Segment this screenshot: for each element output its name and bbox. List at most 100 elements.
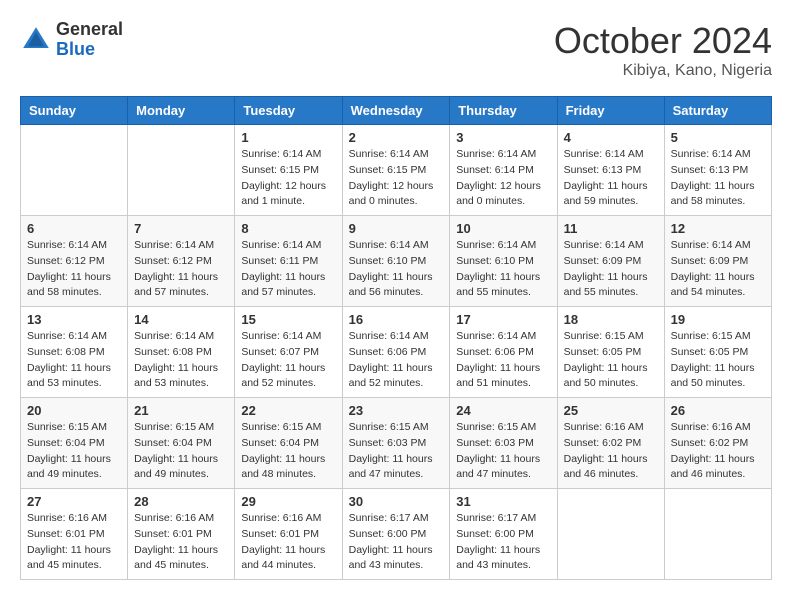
day-detail: Sunrise: 6:15 AMSunset: 6:04 PMDaylight:…: [241, 420, 335, 483]
day-detail: Sunrise: 6:14 AMSunset: 6:08 PMDaylight:…: [134, 329, 228, 392]
calendar-cell: 16 Sunrise: 6:14 AMSunset: 6:06 PMDayligh…: [342, 307, 450, 398]
calendar-cell: 22Sunrise: 6:15 AMSunset: 6:04 PMDayligh…: [235, 398, 342, 489]
header-friday: Friday: [557, 97, 664, 125]
day-detail: Sunrise: 6:15 AMSunset: 6:05 PMDaylight:…: [564, 329, 658, 392]
day-number: 31: [456, 494, 550, 509]
month-title: October 2024: [554, 20, 772, 62]
day-number: 28: [134, 494, 228, 509]
day-number: 23: [349, 403, 444, 418]
day-number: 7: [134, 221, 228, 236]
day-detail: Sunrise: 6:15 AMSunset: 6:05 PMDaylight:…: [671, 329, 765, 392]
calendar-cell: 12 Sunrise: 6:14 AMSunset: 6:09 PMDayligh…: [664, 216, 771, 307]
day-detail: Sunrise: 6:14 AMSunset: 6:15 PMDaylight:…: [241, 147, 335, 210]
calendar-header-row: Sunday Monday Tuesday Wednesday Thursday…: [21, 97, 772, 125]
calendar-cell: 18Sunrise: 6:15 AMSunset: 6:05 PMDayligh…: [557, 307, 664, 398]
day-detail: Sunrise: 6:14 AMSunset: 6:12 PMDaylight:…: [134, 238, 228, 301]
calendar-cell: 20 Sunrise: 6:15 AMSunset: 6:04 PMDayligh…: [21, 398, 128, 489]
day-detail: Sunrise: 6:14 AMSunset: 6:13 PMDaylight:…: [564, 147, 658, 210]
calendar-cell: 14Sunrise: 6:14 AMSunset: 6:08 PMDayligh…: [128, 307, 235, 398]
calendar-cell: 23 Sunrise: 6:15 AMSunset: 6:03 PMDayligh…: [342, 398, 450, 489]
day-number: 30: [349, 494, 444, 509]
calendar-table: Sunday Monday Tuesday Wednesday Thursday…: [20, 96, 772, 580]
calendar-cell: 15 Sunrise: 6:14 AMSunset: 6:07 PMDayligh…: [235, 307, 342, 398]
day-detail: Sunrise: 6:14 AMSunset: 6:07 PMDaylight:…: [241, 329, 335, 392]
calendar-cell: 25 Sunrise: 6:16 AMSunset: 6:02 PMDayligh…: [557, 398, 664, 489]
calendar-cell: 24 Sunrise: 6:15 AMSunset: 6:03 PMDayligh…: [450, 398, 557, 489]
calendar-cell: 2Sunrise: 6:14 AMSunset: 6:15 PMDaylight…: [342, 125, 450, 216]
calendar-cell: 30 Sunrise: 6:17 AMSunset: 6:00 PMDayligh…: [342, 489, 450, 580]
day-number: 24: [456, 403, 550, 418]
calendar-cell: [21, 125, 128, 216]
day-detail: Sunrise: 6:14 AMSunset: 6:13 PMDaylight:…: [671, 147, 765, 210]
day-detail: Sunrise: 6:16 AMSunset: 6:01 PMDaylight:…: [27, 511, 121, 574]
day-number: 4: [564, 130, 658, 145]
location-title: Kibiya, Kano, Nigeria: [554, 62, 772, 80]
logo-icon: [20, 24, 52, 56]
calendar-cell: 1Sunrise: 6:14 AMSunset: 6:15 PMDaylight…: [235, 125, 342, 216]
page-header: General Blue October 2024 Kibiya, Kano, …: [20, 20, 772, 80]
day-number: 15: [241, 312, 335, 327]
day-detail: Sunrise: 6:14 AMSunset: 6:08 PMDaylight:…: [27, 329, 121, 392]
calendar-cell: 26Sunrise: 6:16 AMSunset: 6:02 PMDayligh…: [664, 398, 771, 489]
day-number: 27: [27, 494, 121, 509]
day-detail: Sunrise: 6:14 AMSunset: 6:12 PMDaylight:…: [27, 238, 121, 301]
calendar-week-5: 27 Sunrise: 6:16 AMSunset: 6:01 PMDayligh…: [21, 489, 772, 580]
day-detail: Sunrise: 6:14 AMSunset: 6:09 PMDaylight:…: [671, 238, 765, 301]
calendar-week-2: 6Sunrise: 6:14 AMSunset: 6:12 PMDaylight…: [21, 216, 772, 307]
calendar-cell: 27 Sunrise: 6:16 AMSunset: 6:01 PMDayligh…: [21, 489, 128, 580]
day-number: 10: [456, 221, 550, 236]
day-number: 20: [27, 403, 121, 418]
day-number: 16: [349, 312, 444, 327]
calendar-cell: 6Sunrise: 6:14 AMSunset: 6:12 PMDaylight…: [21, 216, 128, 307]
logo-blue-text: Blue: [56, 39, 95, 59]
day-detail: Sunrise: 6:16 AMSunset: 6:02 PMDaylight:…: [564, 420, 658, 483]
calendar-cell: 13 Sunrise: 6:14 AMSunset: 6:08 PMDayligh…: [21, 307, 128, 398]
day-detail: Sunrise: 6:17 AMSunset: 6:00 PMDaylight:…: [456, 511, 550, 574]
calendar-cell: 4 Sunrise: 6:14 AMSunset: 6:13 PMDaylight…: [557, 125, 664, 216]
day-number: 25: [564, 403, 658, 418]
day-number: 17: [456, 312, 550, 327]
calendar-week-1: 1Sunrise: 6:14 AMSunset: 6:15 PMDaylight…: [21, 125, 772, 216]
day-number: 19: [671, 312, 765, 327]
calendar-cell: 3 Sunrise: 6:14 AMSunset: 6:14 PMDaylight…: [450, 125, 557, 216]
day-number: 13: [27, 312, 121, 327]
day-number: 26: [671, 403, 765, 418]
header-sunday: Sunday: [21, 97, 128, 125]
calendar-week-3: 13 Sunrise: 6:14 AMSunset: 6:08 PMDayligh…: [21, 307, 772, 398]
day-number: 8: [241, 221, 335, 236]
calendar-cell: 19 Sunrise: 6:15 AMSunset: 6:05 PMDayligh…: [664, 307, 771, 398]
header-thursday: Thursday: [450, 97, 557, 125]
day-detail: Sunrise: 6:14 AMSunset: 6:14 PMDaylight:…: [456, 147, 550, 210]
logo-general-text: General: [56, 19, 123, 39]
day-detail: Sunrise: 6:14 AMSunset: 6:11 PMDaylight:…: [241, 238, 335, 301]
calendar-cell: 8 Sunrise: 6:14 AMSunset: 6:11 PMDaylight…: [235, 216, 342, 307]
calendar-cell: 29 Sunrise: 6:16 AMSunset: 6:01 PMDayligh…: [235, 489, 342, 580]
day-number: 21: [134, 403, 228, 418]
day-number: 2: [349, 130, 444, 145]
day-number: 5: [671, 130, 765, 145]
day-detail: Sunrise: 6:14 AMSunset: 6:10 PMDaylight:…: [349, 238, 444, 301]
day-detail: Sunrise: 6:17 AMSunset: 6:00 PMDaylight:…: [349, 511, 444, 574]
day-number: 3: [456, 130, 550, 145]
day-detail: Sunrise: 6:14 AMSunset: 6:06 PMDaylight:…: [456, 329, 550, 392]
day-detail: Sunrise: 6:15 AMSunset: 6:04 PMDaylight:…: [27, 420, 121, 483]
calendar-cell: 9 Sunrise: 6:14 AMSunset: 6:10 PMDaylight…: [342, 216, 450, 307]
day-number: 9: [349, 221, 444, 236]
day-detail: Sunrise: 6:14 AMSunset: 6:06 PMDaylight:…: [349, 329, 444, 392]
day-detail: Sunrise: 6:15 AMSunset: 6:03 PMDaylight:…: [456, 420, 550, 483]
day-number: 11: [564, 221, 658, 236]
calendar-cell: 11 Sunrise: 6:14 AMSunset: 6:09 PMDayligh…: [557, 216, 664, 307]
calendar-cell: 21Sunrise: 6:15 AMSunset: 6:04 PMDayligh…: [128, 398, 235, 489]
calendar-cell: 17 Sunrise: 6:14 AMSunset: 6:06 PMDayligh…: [450, 307, 557, 398]
day-number: 29: [241, 494, 335, 509]
day-detail: Sunrise: 6:16 AMSunset: 6:01 PMDaylight:…: [241, 511, 335, 574]
day-number: 12: [671, 221, 765, 236]
day-detail: Sunrise: 6:14 AMSunset: 6:09 PMDaylight:…: [564, 238, 658, 301]
header-saturday: Saturday: [664, 97, 771, 125]
title-section: October 2024 Kibiya, Kano, Nigeria: [554, 20, 772, 80]
calendar-cell: [557, 489, 664, 580]
logo: General Blue: [20, 20, 123, 60]
calendar-cell: 5 Sunrise: 6:14 AMSunset: 6:13 PMDaylight…: [664, 125, 771, 216]
day-detail: Sunrise: 6:15 AMSunset: 6:03 PMDaylight:…: [349, 420, 444, 483]
day-detail: Sunrise: 6:14 AMSunset: 6:10 PMDaylight:…: [456, 238, 550, 301]
